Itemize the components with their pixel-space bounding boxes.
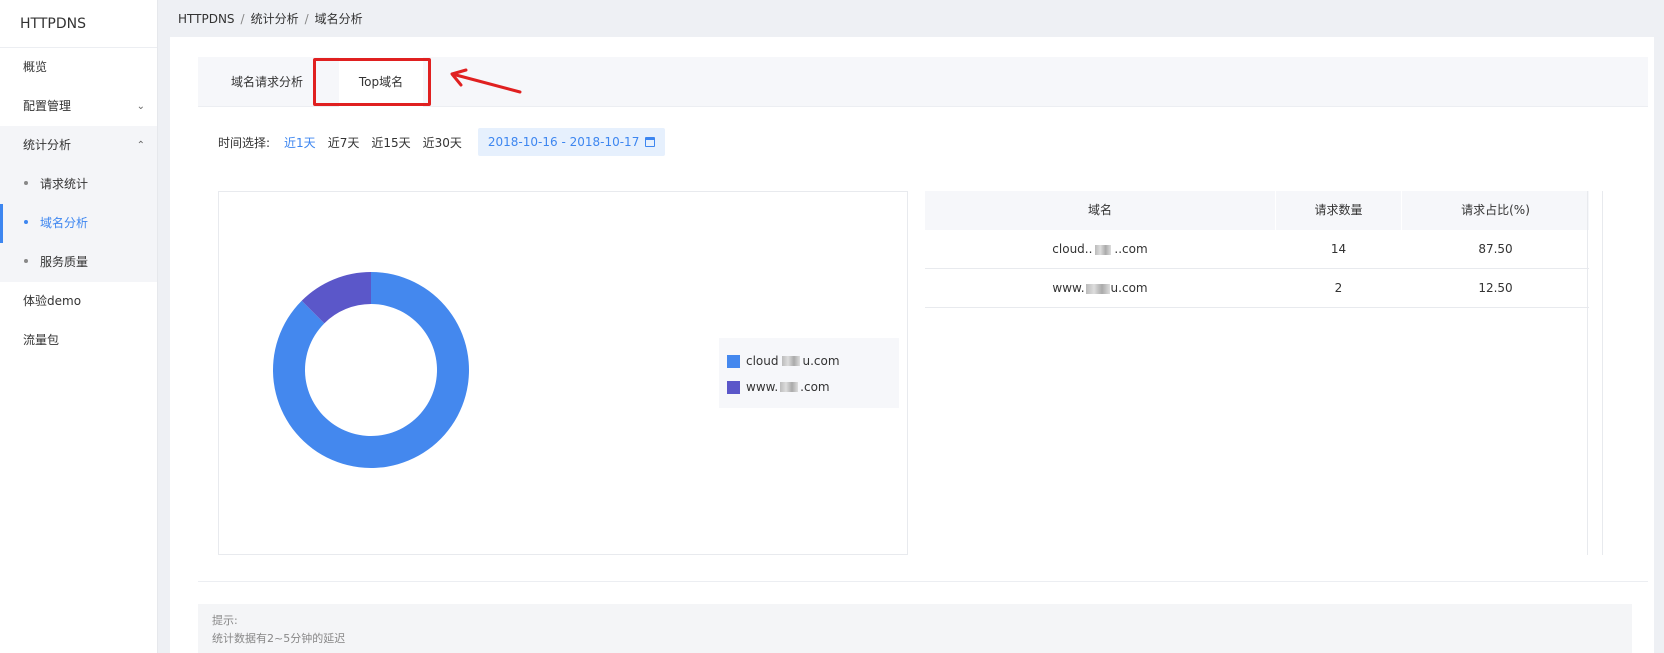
- domain-prefix: cloud..: [1052, 242, 1093, 256]
- time-filter-label: 时间选择:: [218, 135, 271, 150]
- top-domain-table-panel: 域名 请求数量 请求占比(%) cloud.. ..com 14 87.50 ww…: [925, 191, 1615, 555]
- time-option-15d[interactable]: 近15天: [371, 134, 410, 151]
- time-filter: 时间选择: 近1天 近7天 近15天 近30天 2018-10-16 - 201…: [218, 128, 666, 156]
- nav-item-overview[interactable]: 概览: [0, 48, 157, 87]
- domain-prefix: www.: [1052, 281, 1085, 295]
- redaction-blur: [780, 382, 799, 392]
- legend-label: cloud: [746, 354, 779, 368]
- cell-ratio: 87.50: [1401, 230, 1589, 268]
- top-domain-table: 域名 请求数量 请求占比(%) cloud.. ..com 14 87.50 ww…: [925, 191, 1589, 308]
- date-range-text: 2018-10-16 - 2018-10-17: [487, 135, 640, 149]
- divider: [198, 581, 1648, 582]
- column-header-count: 请求数量: [1275, 191, 1401, 230]
- column-header-ratio: 请求占比(%): [1401, 191, 1589, 230]
- cell-ratio: 12.50: [1401, 269, 1589, 307]
- legend-swatch: [727, 354, 740, 368]
- breadcrumb: HTTPDNS / 统计分析 / 域名分析: [178, 10, 363, 28]
- nav-label: 统计分析: [23, 138, 72, 152]
- domain-suffix: ..com: [1114, 242, 1148, 256]
- nav-label: 配置管理: [23, 99, 72, 113]
- tab-bar: 域名请求分析 Top域名: [198, 57, 1648, 108]
- nav-item-config[interactable]: 配置管理 ⌄: [0, 87, 157, 126]
- table-row: www. u.com 2 12.50: [925, 269, 1589, 308]
- donut-chart: [273, 272, 469, 468]
- cell-domain: cloud.. ..com: [925, 230, 1275, 268]
- bullet-icon: [24, 258, 28, 263]
- legend-swatch: [727, 380, 740, 394]
- tab-domain-request-analysis[interactable]: 域名请求分析: [227, 57, 307, 107]
- nav-label: 流量包: [23, 333, 60, 347]
- sidebar-item-request-stats[interactable]: 请求统计: [0, 165, 157, 204]
- cell-domain: www. u.com: [925, 269, 1275, 307]
- sub-label: 请求统计: [40, 177, 89, 191]
- redaction-blur: [1095, 244, 1112, 255]
- legend-label-suffix: u.com: [802, 354, 840, 368]
- table-scrollbar[interactable]: [1587, 191, 1603, 555]
- nav-label: 概览: [23, 60, 48, 74]
- bullet-icon: [24, 180, 28, 185]
- sub-label: 服务质量: [40, 255, 89, 269]
- chart-legend: cloud u.com www. .com: [719, 338, 899, 408]
- sidebar-item-domain-analysis[interactable]: 域名分析: [0, 204, 157, 243]
- table-row: cloud.. ..com 14 87.50: [925, 230, 1589, 269]
- legend-label-suffix: .com: [800, 380, 830, 394]
- sub-label: 域名分析: [40, 216, 89, 230]
- breadcrumb-item[interactable]: HTTPDNS: [178, 12, 235, 26]
- bullet-icon: [24, 219, 28, 224]
- column-header-domain: 域名: [1087, 203, 1112, 217]
- redaction-blur: [1085, 283, 1110, 294]
- nav-item-statistics[interactable]: 统计分析 ⌃: [0, 126, 157, 165]
- time-option-30d[interactable]: 近30天: [423, 134, 462, 151]
- redaction-blur: [781, 356, 800, 366]
- cell-count: 2: [1275, 269, 1401, 307]
- tips-title: 提示:: [212, 614, 238, 627]
- table-header: 域名 请求数量 请求占比(%): [925, 191, 1589, 230]
- breadcrumb-separator: /: [240, 12, 245, 26]
- chevron-down-icon: ⌄: [136, 101, 145, 112]
- legend-label: www.: [746, 380, 779, 394]
- nav-group-statistics: 统计分析 ⌃ 请求统计 域名分析 服务质量: [0, 126, 157, 282]
- time-option-1d[interactable]: 近1天: [284, 134, 316, 151]
- nav-label: 体验demo: [23, 294, 82, 308]
- nav-item-demo[interactable]: 体验demo: [0, 282, 157, 321]
- nav-item-traffic-pack[interactable]: 流量包: [0, 321, 157, 360]
- breadcrumb-item[interactable]: 统计分析: [251, 12, 299, 26]
- legend-item-cloud[interactable]: cloud u.com: [727, 348, 891, 374]
- date-range-picker[interactable]: 2018-10-16 - 2018-10-17: [477, 128, 666, 156]
- tips-text: 统计数据有2~5分钟的延迟: [212, 632, 346, 645]
- tab-top-domains[interactable]: Top域名: [339, 57, 423, 108]
- donut-chart-panel: cloud u.com www. .com: [218, 191, 908, 555]
- domain-suffix: u.com: [1110, 281, 1148, 295]
- breadcrumb-item-current: 域名分析: [314, 12, 363, 26]
- tips-panel: 提示: 统计数据有2~5分钟的延迟: [198, 604, 1632, 653]
- cell-count: 14: [1275, 230, 1401, 268]
- breadcrumb-separator: /: [304, 12, 309, 26]
- chevron-up-icon: ⌃: [136, 140, 145, 151]
- time-option-7d[interactable]: 近7天: [328, 134, 360, 151]
- main-card: 域名请求分析 Top域名 时间选择: 近1天 近7天 近15天 近30天 201…: [170, 37, 1654, 653]
- calendar-icon: [645, 137, 656, 147]
- brand-title: HTTPDNS: [0, 0, 157, 48]
- legend-item-www[interactable]: www. .com: [727, 374, 891, 400]
- sidebar: HTTPDNS 概览 配置管理 ⌄ 统计分析 ⌃ 请求统计 域名分析 服务质量 体验…: [0, 0, 158, 653]
- sidebar-item-service-quality[interactable]: 服务质量: [0, 243, 157, 282]
